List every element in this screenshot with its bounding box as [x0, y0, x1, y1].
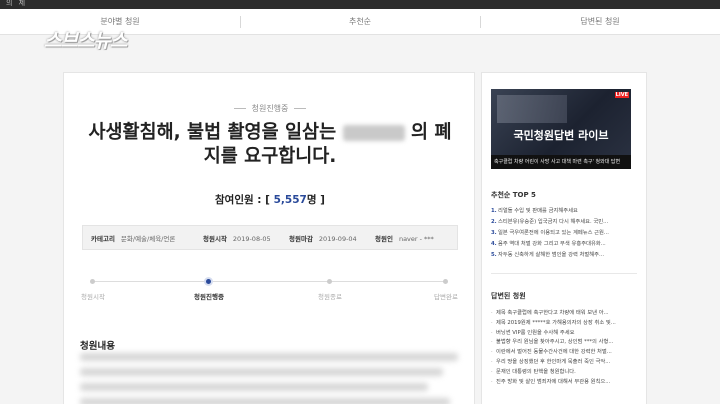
- live-banner[interactable]: LIVE 국민청원답변 라이브 축구클럽 차량 어린이 사망 사고 대책 마련 …: [491, 89, 631, 169]
- title-part-1: 사생활침해, 불법 촬영을 일삼는: [88, 122, 337, 143]
- list-item-text: 자두동 신축하게 살해한 범인을 강력 처벌해주...: [498, 252, 605, 258]
- list-item[interactable]: · 이란에서 벌어진 동물수간사건에 대한 강력한 처벌...: [491, 348, 637, 358]
- list-item[interactable]: 5.자두동 신축하게 살해한 범인을 강력 처벌해주...: [491, 250, 637, 261]
- list-item[interactable]: 1.리얼돌 수입 및 판매를 금지해주세요: [491, 206, 637, 217]
- list-item[interactable]: · 제목 축구클럽에 축구한다고 차량에 태워 보낸 아...: [491, 309, 637, 319]
- info-end: 청원마감 2019-09-04: [281, 233, 367, 243]
- list-item-text: 문재인 대통령의 탄핵을 청원합니다.: [496, 368, 576, 375]
- tab-recommended[interactable]: 추천순: [240, 9, 480, 34]
- step-dot: [90, 279, 95, 284]
- status-label: 청원진행중: [64, 103, 476, 114]
- list-item[interactable]: · 제목 2019원제 *****호 가해용의자의 상장 취소 및...: [491, 319, 637, 329]
- info-start: 청원시작 2019-08-05: [195, 233, 281, 243]
- list-item-text: 음주 역대 처벌 강화 그리고 무색 유흥주대유화...: [498, 241, 606, 247]
- answered-title: 답변된 청원: [491, 292, 526, 300]
- list-item[interactable]: · 문재인 대통령의 탄핵을 청원합니다.: [491, 368, 637, 378]
- step-dot: [443, 279, 448, 284]
- participants: 참여인원 : [ 5,557명 ]: [64, 192, 476, 207]
- list-item-text: 이란에서 벌어진 동물수간사건에 대한 강력한 처벌...: [496, 349, 612, 356]
- banner-photo: [497, 95, 567, 123]
- sidebar: LIVE 국민청원답변 라이브 축구클럽 차량 어린이 사망 사고 대책 마련 …: [481, 72, 647, 404]
- step-label: 청원종료: [318, 293, 342, 301]
- banner-ticker: 축구클럽 차량 어린이 사망 사고 대책 마련 촉구' 청와대 답변: [491, 155, 631, 169]
- info-key: 청원인: [375, 234, 393, 243]
- info-key: 카테고리: [91, 234, 115, 243]
- list-item[interactable]: 3.일본 극우여론전에 이용되고 있는 계페뉴스 근원...: [491, 228, 637, 239]
- list-item-text: 우리 땅을 상징했던 후 한인마게 묵출러 죽인 극악...: [496, 358, 611, 365]
- list-item[interactable]: · 우리 땅을 상징했던 후 한인마게 묵출러 죽인 극악...: [491, 358, 637, 368]
- step-dot: [206, 279, 211, 284]
- top-strip: 의 제: [0, 0, 720, 9]
- list-item[interactable]: · 버닝썬 VIP룸 인원을 수사해 주세요: [491, 329, 637, 339]
- petition-info-bar: 카테고리 문화/예술/체육/언론 청원시작 2019-08-05 청원마감 2019-…: [82, 225, 458, 250]
- divider: [491, 273, 637, 274]
- list-item-text: 불법향 우리 원님을 찾아주시고, 상인범 ***의 사형...: [496, 339, 614, 346]
- info-value: 2019-08-05: [232, 234, 271, 243]
- answered-list: · 제목 축구클럽에 축구한다고 차량에 태워 보낸 아... · 제목 2019원…: [491, 309, 637, 387]
- blurred-name: [342, 125, 405, 141]
- tab-answered[interactable]: 답변된 청원: [480, 9, 720, 34]
- list-item[interactable]: 4.음주 역대 처벌 강화 그리고 무색 유흥주대유화...: [491, 239, 637, 250]
- content-heading: 청원내용: [80, 341, 115, 352]
- list-item-text: 버닝썬 VIP룸 인원을 수사해 주세요: [496, 329, 575, 336]
- list-item-text: 제목 축구클럽에 축구한다고 차량에 태워 보낸 아...: [496, 310, 609, 316]
- info-key: 청원마감: [289, 234, 313, 243]
- list-item-text: 제목 2019원제 *****호 가해용의자의 상장 취소 및...: [496, 319, 616, 326]
- info-key: 청원시작: [203, 234, 227, 243]
- watermark-logo: 스브스뉴스: [44, 30, 127, 52]
- list-item-text: 리얼돌 수입 및 판매를 금지해주세요: [498, 208, 578, 214]
- list-item[interactable]: · 불법향 우리 원님을 찾아주시고, 상인범 ***의 사형...: [491, 338, 637, 348]
- top-strip-text: 의 제: [6, 0, 28, 7]
- title-part-2: 의 폐: [411, 122, 452, 143]
- list-item-text: 일본 극우여론전에 이용되고 있는 계페뉴스 근원...: [498, 230, 609, 236]
- live-badge: LIVE: [614, 92, 629, 98]
- blurred-content: [80, 353, 458, 404]
- status-text: 청원진행중: [251, 104, 289, 113]
- info-petitioner: 청원인 naver - ***: [367, 233, 434, 243]
- participants-label: 참여인원 : [: [215, 194, 270, 206]
- step-label: 답변완료: [434, 293, 458, 301]
- info-value: naver - ***: [398, 234, 434, 243]
- list-item-text: 스티븐유(유승준) 입국금지 다시 해주세요. 국민...: [498, 219, 609, 225]
- info-value: 문화/예술/체육/언론: [120, 234, 176, 243]
- info-category: 카테고리 문화/예술/체육/언론: [83, 233, 195, 243]
- banner-title: 국민청원답변 라이브: [513, 129, 609, 142]
- list-item[interactable]: 2.스티븐유(유승준) 입국금지 다시 해주세요. 국민...: [491, 217, 637, 228]
- title-part-3: 지를 요구합니다.: [203, 146, 337, 167]
- list-item[interactable]: · 진주 방화 및 살인 범죄자에 대해서 무관용 원칙으...: [491, 378, 637, 388]
- top5-list: 1.리얼돌 수입 및 판매를 금지해주세요 2.스티븐유(유승준) 입국금지 다…: [491, 206, 637, 261]
- step-label: 청원진행중: [194, 293, 224, 301]
- step-label: 청원시작: [81, 293, 105, 301]
- participants-count: 5,557: [273, 194, 307, 206]
- step-dot: [327, 279, 332, 284]
- petition-card: 청원진행중 사생활침해, 불법 촬영을 일삼는 의 폐 지를 요구합니다. 참여…: [63, 72, 475, 404]
- info-value: 2019-09-04: [318, 234, 357, 243]
- progress-line: [92, 281, 446, 282]
- list-item-text: 진주 방화 및 살인 범죄자에 대해서 무관용 원칙으...: [496, 378, 611, 385]
- participants-unit: 명 ]: [306, 194, 325, 206]
- top5-title: 추천순 TOP 5: [491, 191, 536, 199]
- petition-title: 사생활침해, 불법 촬영을 일삼는 의 폐 지를 요구합니다.: [82, 121, 458, 169]
